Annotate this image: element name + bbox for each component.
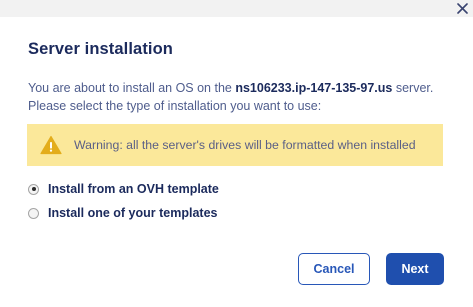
close-button[interactable]	[453, 0, 471, 17]
radio-button[interactable]	[28, 207, 39, 219]
dialog-title: Server installation	[28, 40, 173, 58]
close-icon	[456, 2, 468, 14]
warning-triangle-icon	[40, 135, 62, 155]
warning-text: Warning: all the server's drives will be…	[74, 138, 416, 152]
option-ovh-template[interactable]: Install from an OVH template	[28, 182, 219, 196]
dialog-top-bar	[0, 0, 473, 17]
dialog-description: You are about to install an OS on the ns…	[28, 79, 458, 115]
radio-button[interactable]	[28, 183, 39, 195]
server-hostname: ns106233.ip-147-135-97.us	[235, 81, 393, 95]
description-line2: Please select the type of installation y…	[28, 99, 322, 113]
cancel-button[interactable]: Cancel	[298, 253, 370, 285]
option-label: Install one of your templates	[48, 206, 218, 220]
description-text-suffix: server.	[392, 81, 434, 95]
warning-banner: Warning: all the server's drives will be…	[27, 124, 443, 166]
option-label: Install from an OVH template	[48, 182, 219, 196]
next-button[interactable]: Next	[386, 253, 444, 285]
description-text: You are about to install an OS on the	[28, 81, 236, 95]
option-own-template[interactable]: Install one of your templates	[28, 206, 217, 220]
